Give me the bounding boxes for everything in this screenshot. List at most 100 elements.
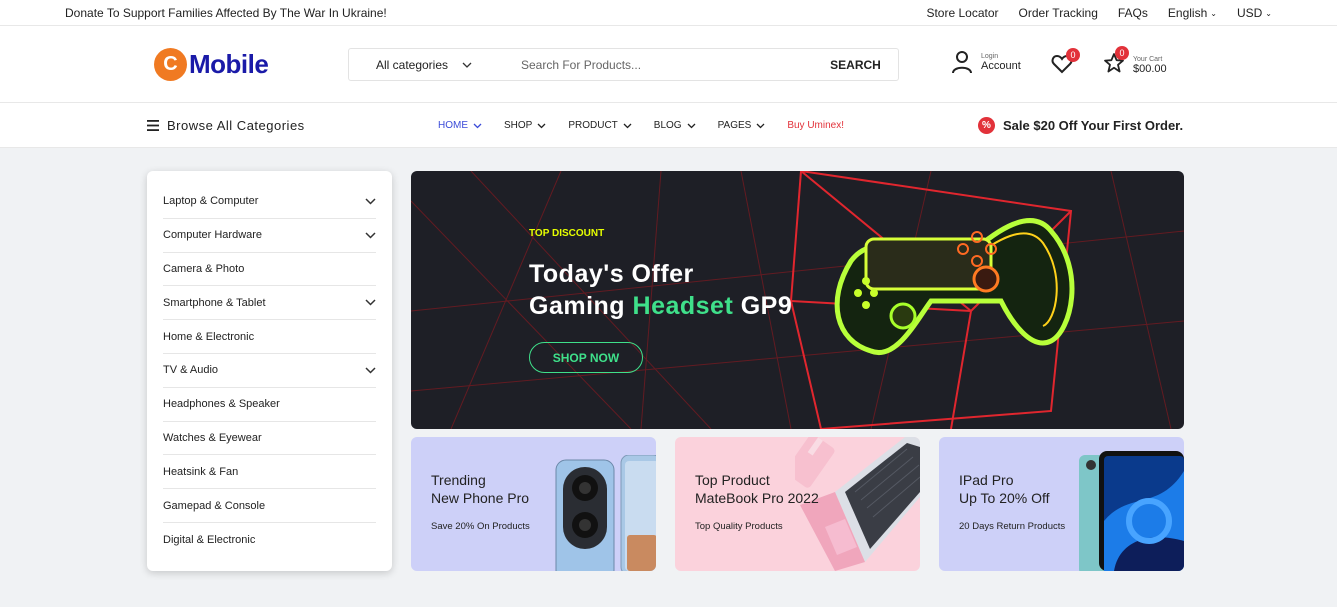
promo-card-title-line2: MateBook Pro 2022: [695, 490, 819, 506]
nav-item-label: SHOP: [504, 120, 533, 131]
chevron-down-icon: [623, 123, 632, 128]
sidebar-category-label: Headphones & Speaker: [163, 398, 280, 411]
hero-title-suffix: GP9: [733, 292, 793, 320]
hero-title-line2: Gaming Headset GP9: [529, 290, 792, 322]
phone-product-image: [555, 455, 656, 571]
category-sidebar: Laptop & Computer Computer Hardware Camera…: [147, 171, 392, 571]
hero-tag: TOP DISCOUNT: [529, 228, 605, 239]
hero-title-highlight: Headset: [632, 292, 734, 320]
hero-title-prefix: Gaming: [529, 292, 633, 320]
sidebar-category-item[interactable]: Laptop & Computer: [163, 185, 376, 219]
sidebar-category-item[interactable]: Heatsink & Fan: [163, 455, 376, 490]
currency-selector[interactable]: USD ⌄: [1237, 6, 1272, 20]
language-selector[interactable]: English ⌄: [1168, 6, 1217, 20]
promo-card-title-line2: Up To 20% Off: [959, 490, 1050, 506]
nav-item-label: PAGES: [717, 120, 752, 131]
chevron-down-icon[interactable]: [365, 299, 376, 306]
hero-background-graphic: [411, 171, 1184, 429]
sidebar-category-label: Computer Hardware: [163, 229, 263, 242]
cart-total: $00.00: [1133, 63, 1167, 75]
chevron-down-icon[interactable]: [365, 367, 376, 374]
wishlist-button[interactable]: 0: [1051, 48, 1080, 79]
primary-menu: HOME SHOP PRODUCT BLOG PAGES Buy Uminex!: [438, 120, 866, 131]
search-input[interactable]: [499, 57, 813, 72]
category-select-value: All categories: [375, 57, 449, 72]
login-label: Login: [981, 52, 999, 60]
account-text: Login Account: [981, 53, 1021, 72]
promo-card-laptop[interactable]: Top Product MateBook Pro 2022 Top Qualit…: [675, 437, 920, 571]
sale-banner[interactable]: % Sale $20 Off Your First Order.: [978, 117, 1183, 134]
language-value: English: [1167, 6, 1208, 20]
currency-value: USD: [1236, 6, 1263, 20]
hero-title-line1: Today's Offer: [529, 260, 694, 288]
sidebar-category-item[interactable]: Digital & Electronic: [163, 523, 376, 557]
sidebar-category-item[interactable]: Watches & Eyewear: [163, 422, 376, 456]
store-locator-link[interactable]: Store Locator: [926, 6, 998, 20]
logo-text: Mobile: [189, 49, 269, 79]
chevron-down-icon: [537, 123, 546, 128]
nav-item-buy-uminex[interactable]: Buy Uminex!: [787, 120, 844, 131]
cart-text: Your Cart $00.00: [1133, 56, 1167, 75]
sidebar-category-label: Gamepad & Console: [163, 499, 266, 512]
nav-item-label: HOME: [438, 120, 468, 131]
search-button[interactable]: SEARCH: [813, 58, 898, 72]
promo-card-title-line1: IPad Pro: [959, 472, 1014, 488]
main-nav: Browse All Categories HOME SHOP PRODUCT …: [0, 103, 1337, 148]
chevron-down-icon: [462, 62, 472, 68]
chevron-down-icon: ⌄: [1265, 8, 1272, 18]
browse-label: Browse All Categories: [167, 118, 305, 133]
promo-card-title: Trending New Phone Pro: [431, 471, 529, 507]
sidebar-category-label: Digital & Electronic: [163, 533, 256, 546]
nav-item-blog[interactable]: BLOG: [654, 120, 696, 131]
sidebar-category-item[interactable]: Headphones & Speaker: [163, 388, 376, 422]
sidebar-category-item[interactable]: Home & Electronic: [163, 320, 376, 354]
chevron-down-icon[interactable]: [365, 198, 376, 205]
sidebar-category-item[interactable]: Gamepad & Console: [163, 489, 376, 523]
sidebar-category-item[interactable]: TV & Audio: [163, 354, 376, 388]
promo-card-phone[interactable]: Trending New Phone Pro Save 20% On Produ…: [411, 437, 656, 571]
sale-text: Sale $20 Off Your First Order.: [1003, 118, 1184, 133]
chevron-down-icon[interactable]: [365, 232, 376, 239]
nav-item-product[interactable]: PRODUCT: [568, 120, 632, 131]
nav-item-shop[interactable]: SHOP: [504, 120, 546, 131]
category-select[interactable]: All categories: [349, 49, 499, 80]
main-header: C Mobile All categories SEARCH Login Acc…: [0, 26, 1337, 103]
nav-item-home[interactable]: HOME: [438, 120, 482, 131]
chevron-down-icon: [756, 123, 765, 128]
chevron-down-icon: ⌄: [1210, 8, 1217, 18]
browse-categories-button[interactable]: Browse All Categories: [147, 118, 305, 133]
sidebar-category-label: Heatsink & Fan: [163, 465, 239, 478]
faqs-link[interactable]: FAQs: [1118, 6, 1148, 20]
account-link[interactable]: Login Account: [951, 50, 1021, 74]
promo-card-subtitle: Save 20% On Products: [431, 521, 530, 532]
promo-card-title: IPad Pro Up To 20% Off: [959, 471, 1050, 507]
logo-mark-icon: C: [154, 48, 187, 81]
shop-now-button[interactable]: SHOP NOW: [529, 342, 643, 373]
discount-percent-icon: %: [978, 117, 995, 134]
hero-title: Today's Offer Gaming Headset GP9: [529, 258, 792, 322]
promo-card-title-line1: Trending: [431, 472, 486, 488]
sidebar-category-item[interactable]: Camera & Photo: [163, 253, 376, 287]
account-label: Account: [981, 59, 1021, 72]
promo-card-ipad[interactable]: IPad Pro Up To 20% Off 20 Days Return Pr…: [939, 437, 1184, 571]
promo-card-title: Top Product MateBook Pro 2022: [695, 471, 819, 507]
sidebar-category-label: Home & Electronic: [163, 330, 255, 343]
sidebar-category-item[interactable]: Computer Hardware: [163, 219, 376, 253]
hamburger-menu-icon: [147, 120, 159, 131]
promo-card-subtitle: 20 Days Return Products: [959, 521, 1066, 532]
site-logo[interactable]: C Mobile: [154, 48, 269, 81]
donate-message[interactable]: Donate To Support Families Affected By T…: [65, 6, 387, 20]
sidebar-category-item[interactable]: Smartphone & Tablet: [163, 286, 376, 321]
cart-button[interactable]: 0 Your Cart $00.00: [1103, 46, 1167, 79]
cart-count-badge: 0: [1115, 46, 1129, 60]
ipad-product-image: [1079, 451, 1184, 571]
nav-item-pages[interactable]: PAGES: [718, 120, 766, 131]
order-tracking-link[interactable]: Order Tracking: [1019, 6, 1098, 20]
promo-card-subtitle: Top Quality Products: [695, 521, 783, 532]
sidebar-category-label: Watches & Eyewear: [163, 431, 262, 444]
cart-icon-wrap: 0: [1103, 46, 1129, 79]
sidebar-category-label: TV & Audio: [163, 364, 219, 377]
nav-item-label: PRODUCT: [568, 120, 618, 131]
nav-item-label: BLOG: [653, 120, 682, 131]
chevron-down-icon: [473, 123, 482, 128]
